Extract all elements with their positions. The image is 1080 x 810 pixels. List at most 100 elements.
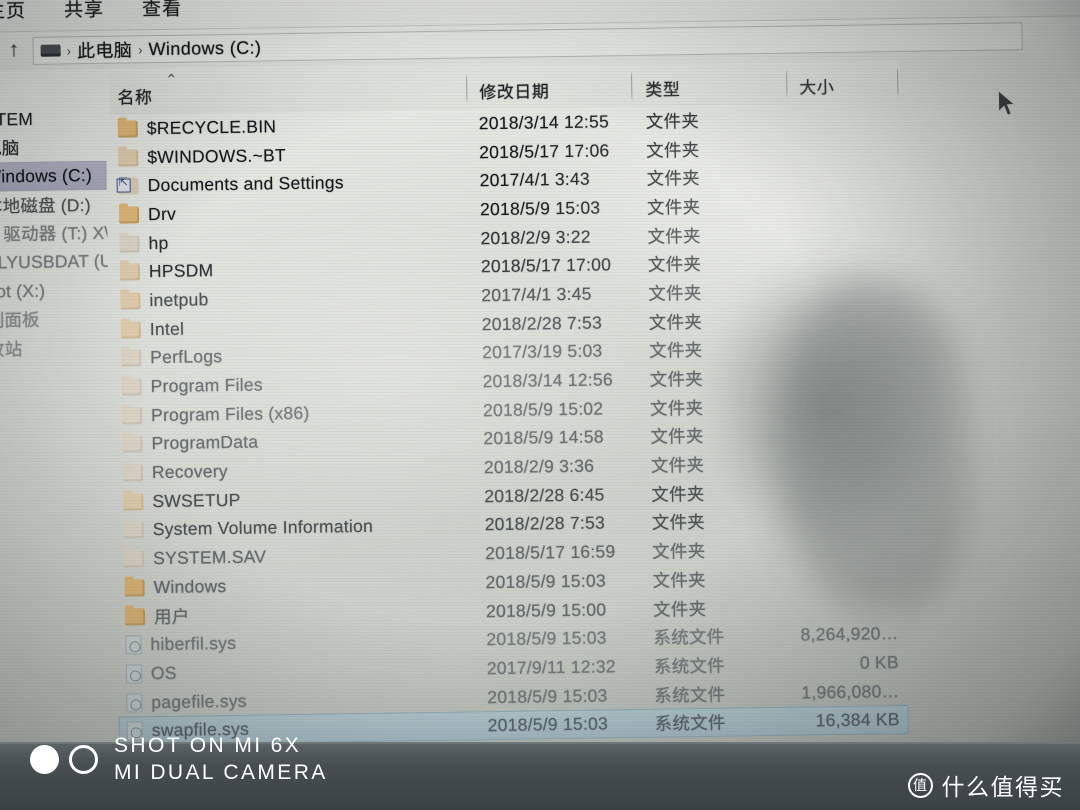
cell-date-modified: 2018/5/17 17:00 xyxy=(469,254,634,277)
sidebar-item-label: 本地磁盘 (D:) xyxy=(0,194,91,217)
column-divider-3[interactable] xyxy=(786,68,788,99)
file-name: ProgramData xyxy=(151,431,259,454)
camera-watermark: SHOT ON MI 6X MI DUAL CAMERA xyxy=(30,733,328,787)
cell-date-modified: 2017/4/1 3:45 xyxy=(469,283,634,306)
file-type: 文件夹 xyxy=(652,598,707,620)
sort-ascending-caret-icon: ⌃ xyxy=(164,71,178,89)
cell-date-modified: 2018/2/28 7:53 xyxy=(470,312,635,335)
file-type: 文件夹 xyxy=(649,340,703,362)
cell-size xyxy=(791,376,901,378)
folder-icon xyxy=(122,464,144,482)
sidebar-item-label: STEM xyxy=(0,108,34,130)
column-divider-4[interactable] xyxy=(896,67,899,98)
tab-share[interactable]: 共享 xyxy=(64,0,104,22)
folder-icon xyxy=(123,521,144,540)
cell-date-modified: 2018/3/14 12:56 xyxy=(470,369,635,392)
cell-name: $RECYCLE.BIN xyxy=(110,113,467,139)
mouse-pointer-icon xyxy=(997,89,1016,117)
computer-icon xyxy=(40,44,61,57)
file-date: 2017/4/1 3:45 xyxy=(481,283,592,306)
cell-date-modified: 2017/9/11 12:32 xyxy=(475,656,640,679)
file-type: 系统文件 xyxy=(653,626,725,648)
file-size: 0 KB xyxy=(859,651,899,673)
tab-home[interactable]: 主页 xyxy=(0,0,26,24)
file-type: 文件夹 xyxy=(646,168,701,189)
cell-date-modified: 2018/5/9 15:02 xyxy=(471,398,636,421)
sidebar-item[interactable]: 电脑 xyxy=(0,132,106,163)
sidebar-item[interactable]: 制面板 xyxy=(0,304,109,335)
file-type: 系统文件 xyxy=(653,655,726,677)
file-name: System Volume Information xyxy=(152,516,374,540)
file-date: 2018/5/17 16:59 xyxy=(485,541,616,564)
circle-filled-icon xyxy=(30,745,59,775)
column-header-size[interactable]: 大小 xyxy=(799,73,834,99)
sidebar-item[interactable]: oot (X:) xyxy=(0,276,108,307)
dual-camera-dots xyxy=(30,745,98,775)
cell-type: 文件夹 xyxy=(632,135,787,162)
cell-type: 文件夹 xyxy=(636,422,791,449)
cell-type: 文件夹 xyxy=(633,193,788,220)
cell-date-modified: 2018/3/14 12:55 xyxy=(467,111,632,134)
cell-date-modified: 2018/5/17 17:06 xyxy=(467,140,632,163)
cell-date-modified: 2017/4/1 3:43 xyxy=(467,168,632,191)
file-date: 2018/5/9 15:03 xyxy=(485,570,607,593)
file-date: 2017/9/11 12:32 xyxy=(486,656,616,679)
cell-name: Intel xyxy=(113,314,470,340)
cell-type: 系统文件 xyxy=(640,680,795,707)
column-header-name[interactable]: 名称 xyxy=(117,83,152,109)
cell-date-modified: 2018/2/28 6:45 xyxy=(472,484,637,507)
file-name: hp xyxy=(148,232,169,253)
cell-date-modified: 2018/5/9 14:58 xyxy=(471,426,636,449)
photo-of-monitor: 主页 共享 查看 ⌄ ↑ › 此电脑 › Windows (C:) 面STEM电… xyxy=(0,0,1080,810)
cell-name: inetpub xyxy=(112,285,469,311)
cell-date-modified: 2017/3/19 5:03 xyxy=(470,340,635,363)
sidebar-item[interactable]: YLYUSBDAT (U: xyxy=(0,247,108,278)
cell-name: SWSETUP xyxy=(115,486,472,512)
file-date: 2018/2/28 6:45 xyxy=(484,484,605,506)
site-watermark-label: 什么值得买 xyxy=(941,774,1064,800)
cell-size xyxy=(791,404,901,406)
breadcrumb-this-pc[interactable]: 此电脑 xyxy=(77,36,133,63)
cell-size: 0 KB xyxy=(795,652,905,675)
cell-name: Program Files (x86) xyxy=(114,400,471,426)
smzdm-badge-icon: 值 xyxy=(907,772,933,798)
camera-watermark-text: SHOT ON MI 6X MI DUAL CAMERA xyxy=(114,733,328,787)
file-type: 文件夹 xyxy=(646,196,701,218)
file-type: 文件夹 xyxy=(645,110,700,132)
folder-icon xyxy=(124,607,146,626)
folder-icon xyxy=(124,550,145,568)
column-divider-1[interactable] xyxy=(466,73,468,104)
cell-size: 8,264,920… xyxy=(794,623,904,646)
sidebar-item[interactable]: 面 xyxy=(0,75,105,106)
sidebar-item[interactable]: 收站 xyxy=(0,333,109,364)
column-header-date-modified[interactable]: 修改日期 xyxy=(479,77,549,103)
folder-icon xyxy=(121,378,142,396)
sidebar-item-label: 面 xyxy=(0,78,1,103)
sidebar-item-label: oot (X:) xyxy=(0,280,46,302)
sidebar-item[interactable]: Windows (C:) xyxy=(0,160,107,192)
sidebar-item[interactable]: STEM xyxy=(0,103,106,134)
cell-size xyxy=(788,203,898,205)
file-date: 2018/3/14 12:56 xyxy=(482,369,614,392)
file-type: 系统文件 xyxy=(654,712,726,734)
cell-size xyxy=(792,490,902,492)
ribbon-tab-strip: 主页 共享 查看 xyxy=(0,0,182,24)
file-date: 2018/5/9 15:03 xyxy=(479,197,601,220)
sidebar-item[interactable]: D 驱动器 (T:) X\ xyxy=(0,218,108,249)
cell-name: System Volume Information xyxy=(116,515,473,541)
cell-size xyxy=(787,117,897,119)
file-date: 2018/5/9 15:02 xyxy=(482,398,604,420)
file-name: Intel xyxy=(149,318,185,339)
cell-size xyxy=(794,605,904,607)
breadcrumb-windows-c[interactable]: Windows (C:) xyxy=(148,37,261,60)
cell-size: 16,384 KB xyxy=(796,709,906,732)
circle-outline-icon xyxy=(69,745,98,775)
tab-view[interactable]: 查看 xyxy=(142,0,182,21)
sidebar-item[interactable]: 本地磁盘 (D:) xyxy=(0,190,107,221)
sidebar-item-label: 制面板 xyxy=(0,310,40,331)
column-divider-2[interactable] xyxy=(631,70,633,101)
up-arrow-icon[interactable]: ↑ xyxy=(8,38,19,62)
folder-icon xyxy=(118,148,139,167)
cell-type: 文件夹 xyxy=(635,307,790,334)
column-header-type[interactable]: 类型 xyxy=(645,75,680,101)
